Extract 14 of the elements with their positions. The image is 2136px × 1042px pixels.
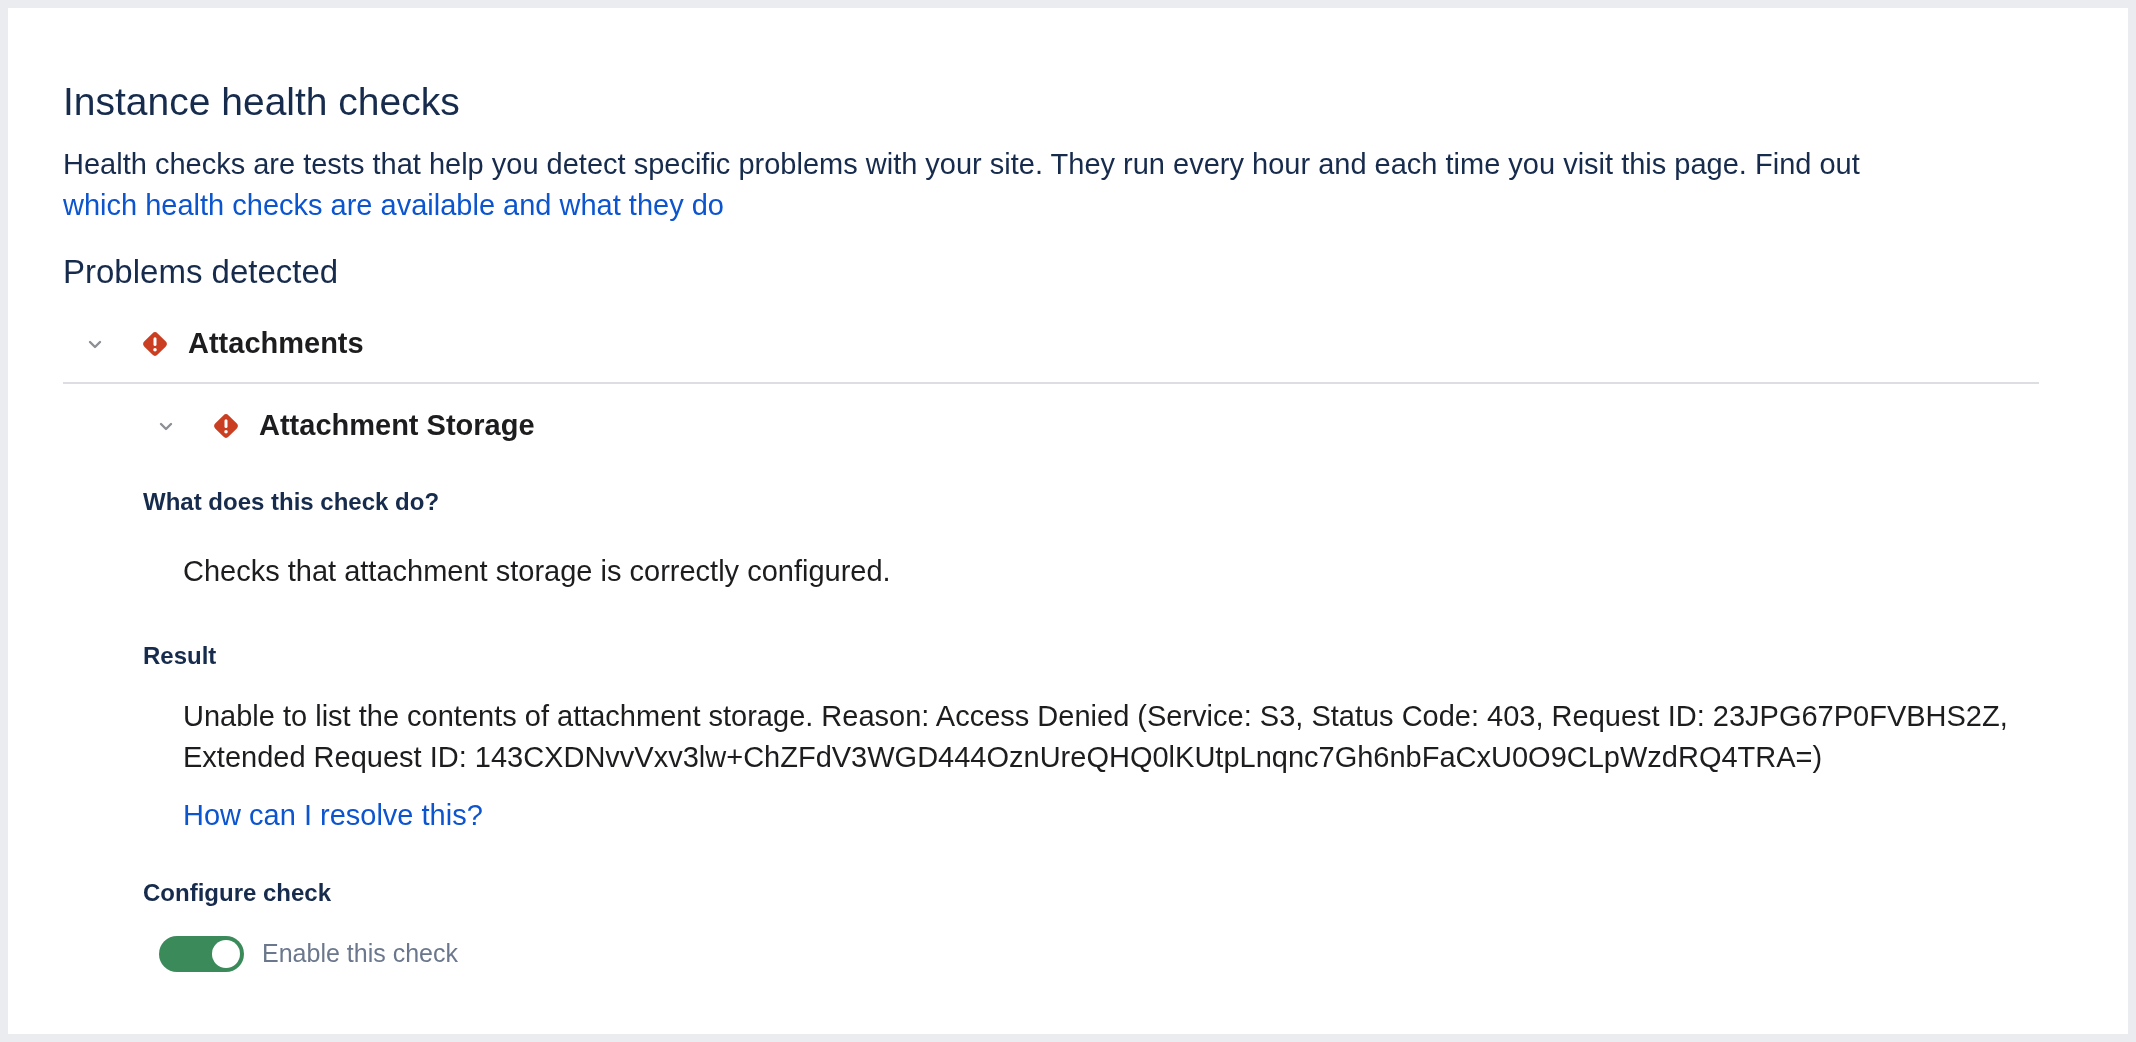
result-message: Unable to list the contents of attachment storage. Reason: Access Denied (Service: S3, Status Code: 403, Request ID: 23JPG67P0FVBHS2Z, Extended Request ID: 143CXDNvvVxv3lw+ChZFdV3WGD444OznUreQHQ0lKUtpLnqnc7Gh6nbFaCxU0O9CLpWzdRQ4TRA=) xyxy=(183,698,2009,775)
toggle-label: Enable this check xyxy=(262,938,458,969)
section-heading: Problems detected xyxy=(63,254,340,290)
check-description: Checks that attachment storage is correctly configured. xyxy=(183,554,892,589)
toggle-switch[interactable] xyxy=(159,935,244,972)
intro-paragraph: Health checks are tests that help you detect specific problems with your site. They run every hour and each time you visit this page. Find out which health checks are available and what they do xyxy=(63,147,1861,223)
group-title: Attachments xyxy=(188,326,364,362)
page-title: Instance health checks xyxy=(63,80,461,124)
section-label: What does this check do? xyxy=(143,487,441,517)
help-link[interactable]: which health checks are available and what they do xyxy=(63,189,724,221)
section-label: Configure check xyxy=(143,878,333,908)
check-title: Attachment Storage xyxy=(259,408,535,444)
resolve-link[interactable]: How can I resolve this? xyxy=(183,793,483,837)
section-label: Result xyxy=(143,640,218,671)
